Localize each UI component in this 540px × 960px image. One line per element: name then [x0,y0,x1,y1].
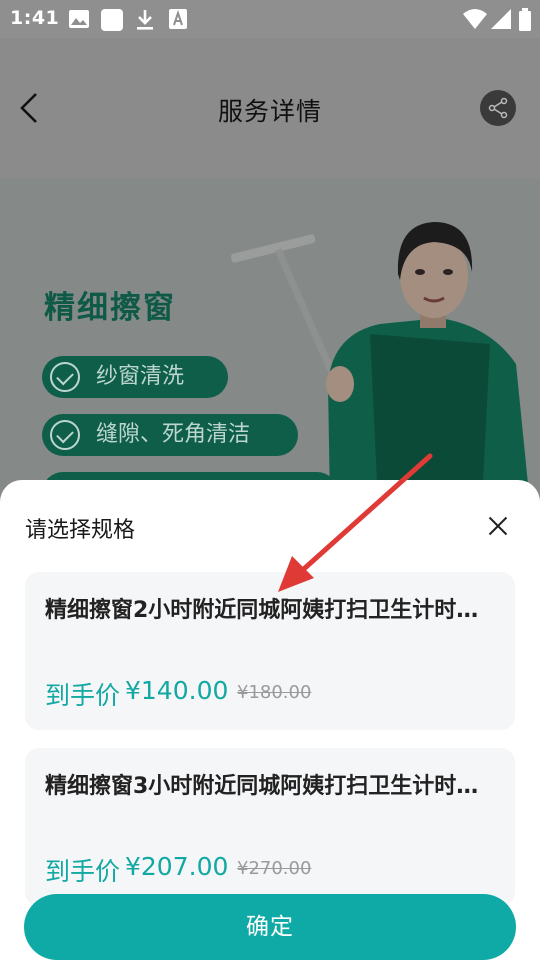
share-button[interactable] [480,90,516,126]
close-icon[interactable] [484,512,512,540]
top-header: 服务详情 [0,38,540,178]
image-icon [69,10,89,28]
page-title: 服务详情 [217,97,322,126]
feature-pill-1: 纱窗清洗 [42,356,228,398]
check-circle-icon [50,362,80,392]
original-price: ¥270.00 [237,858,312,879]
share-icon [488,97,508,119]
status-time: 1:41 [10,7,60,29]
spec-option-2[interactable]: 精细擦窗3小时附近同城阿姨打扫卫生计时… 到手价 ¥207.00 ¥270.00 [25,748,515,906]
wifi-icon [463,9,487,29]
battery-icon [519,8,531,31]
download-icon [137,10,153,30]
app-notification-icon [101,9,123,31]
option-price: ¥207.00 [125,852,229,881]
spec-selection-sheet: 请选择规格 精细擦窗2小时附近同城阿姨打扫卫生计时… 到手价 ¥140.00 ¥… [0,480,540,960]
feature-label: 纱窗清洗 [96,364,185,389]
service-banner: 精细擦窗 纱窗清洗 缝隙、死角清洁 [0,178,540,498]
cleaner-illustration [230,222,530,498]
signal-icon [491,9,511,29]
option-name: 精细擦窗2小时附近同城阿姨打扫卫生计时… [45,598,479,623]
sheet-title: 请选择规格 [25,518,136,543]
check-circle-icon [50,420,80,450]
option-price: ¥140.00 [125,676,229,705]
price-label: 到手价 [45,681,121,710]
confirm-button[interactable]: 确定 [24,894,516,960]
text-a-icon [169,9,187,29]
original-price: ¥180.00 [237,682,312,703]
price-label: 到手价 [45,857,121,886]
option-name: 精细擦窗3小时附近同城阿姨打扫卫生计时… [45,774,479,799]
banner-title: 精细擦窗 [44,290,176,326]
spec-option-1[interactable]: 精细擦窗2小时附近同城阿姨打扫卫生计时… 到手价 ¥140.00 ¥180.00 [25,572,515,730]
status-bar: 1:41 [0,0,540,38]
